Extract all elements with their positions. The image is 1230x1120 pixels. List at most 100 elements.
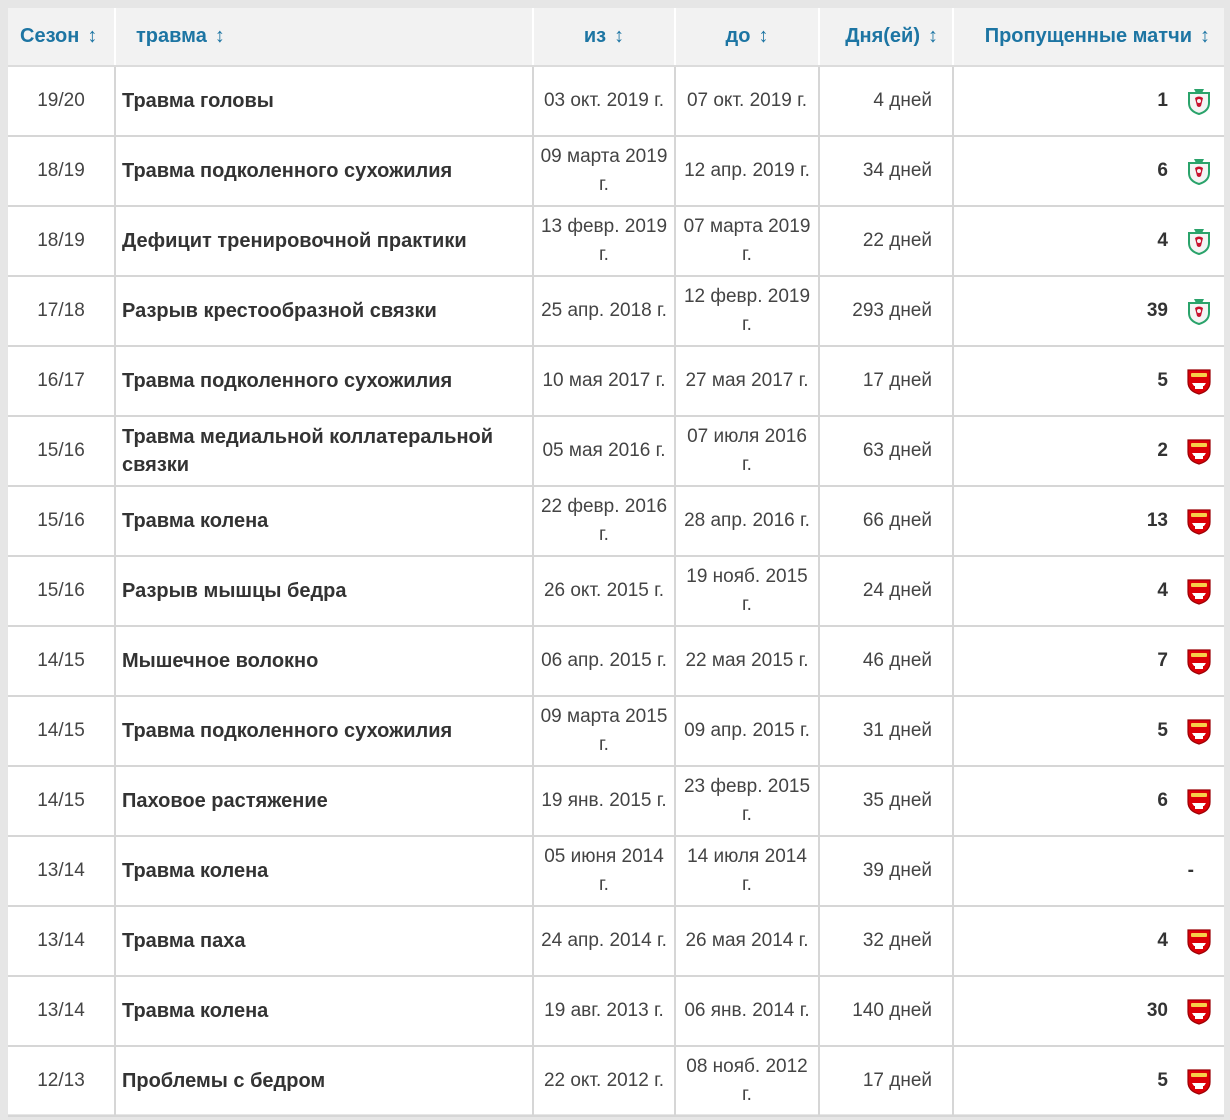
games-missed-group: 6 — [1157, 157, 1212, 185]
column-header-days[interactable]: Дня(ей) ↕ — [819, 8, 954, 67]
from-date-cell: 06 апр. 2015 г. — [533, 626, 676, 697]
sort-icon: ↕ — [1200, 25, 1210, 47]
column-header-season[interactable]: Сезон ↕ — [8, 8, 116, 67]
games-missed-group: 4 — [1157, 927, 1212, 955]
games-missed-cell: 6 — [953, 766, 1224, 837]
days-cell: 32 дней — [819, 906, 954, 977]
liverpool-icon[interactable] — [1186, 227, 1212, 255]
arsenal-icon[interactable] — [1186, 577, 1212, 605]
games-missed-count: 30 — [1146, 1000, 1168, 1021]
column-header-to[interactable]: до ↕ — [675, 8, 820, 67]
liverpool-icon[interactable] — [1186, 297, 1212, 325]
from-date-cell: 05 июня 2014 г. — [533, 836, 676, 907]
arsenal-icon[interactable] — [1186, 507, 1212, 535]
column-header-to-label: до — [725, 25, 751, 47]
season-cell: 14/15 — [8, 696, 116, 767]
column-header-from-label: из — [583, 25, 607, 47]
from-date-cell: 26 окт. 2015 г. — [533, 556, 676, 627]
to-date-cell: 08 нояб. 2012 г. — [675, 1046, 820, 1117]
injury-cell: Мышечное волокно — [115, 626, 534, 697]
days-cell: 34 дней — [819, 136, 954, 207]
games-missed-cell: 4 — [953, 206, 1224, 277]
table-row: 16/17 Травма подколенного сухожилия 10 м… — [8, 346, 1224, 417]
season-cell: 16/17 — [8, 346, 116, 417]
table-row: 19/20 Травма головы 03 окт. 2019 г. 07 о… — [8, 66, 1224, 137]
days-cell: 17 дней — [819, 346, 954, 417]
days-cell: 293 дней — [819, 276, 954, 347]
days-cell: 39 дней — [819, 836, 954, 907]
injury-rows: 19/20 Травма головы 03 окт. 2019 г. 07 о… — [8, 66, 1224, 1117]
from-date-cell: 22 окт. 2012 г. — [533, 1046, 676, 1117]
games-missed-count: 4 — [1157, 580, 1168, 601]
games-missed-cell: 13 — [953, 486, 1224, 557]
days-cell: 46 дней — [819, 626, 954, 697]
games-missed-group: 39 — [1147, 297, 1212, 325]
season-cell: 17/18 — [8, 276, 116, 347]
arsenal-icon[interactable] — [1186, 997, 1212, 1025]
sort-icon: ↕ — [614, 25, 625, 47]
table-row: 18/19 Дефицит тренировочной практики 13 … — [8, 206, 1224, 277]
table-row: 18/19 Травма подколенного сухожилия 09 м… — [8, 136, 1224, 207]
arsenal-icon[interactable] — [1186, 787, 1212, 815]
games-missed-count: 1 — [1157, 90, 1168, 111]
arsenal-icon[interactable] — [1186, 927, 1212, 955]
arsenal-icon[interactable] — [1186, 1067, 1212, 1095]
arsenal-icon[interactable] — [1186, 367, 1212, 395]
column-header-injury-label: травма — [136, 25, 207, 47]
games-missed-count: 4 — [1157, 930, 1168, 951]
days-cell: 4 дней — [819, 66, 954, 137]
header-row: Сезон ↕ травма ↕ из ↕ до ↕ Дня(ей) ↕ Пропущен… — [8, 8, 1224, 67]
table-row: 15/16 Разрыв мышцы бедра 26 окт. 2015 г.… — [8, 556, 1224, 627]
from-date-cell: 09 марта 2019 г. — [533, 136, 676, 207]
games-missed-count: 6 — [1157, 790, 1168, 811]
days-cell: 17 дней — [819, 1046, 954, 1117]
games-missed-cell: 5 — [953, 1046, 1224, 1117]
games-missed-cell: - — [953, 836, 1224, 907]
games-missed-cell: 30 — [953, 976, 1224, 1047]
games-missed-group: 4 — [1157, 577, 1212, 605]
games-missed-count: 6 — [1157, 160, 1168, 181]
games-missed-cell: 2 — [953, 416, 1224, 487]
from-date-cell: 24 апр. 2014 г. — [533, 906, 676, 977]
from-date-cell: 22 февр. 2016 г. — [533, 486, 676, 557]
games-missed-cell: 5 — [953, 696, 1224, 767]
games-missed-group: 7 — [1157, 647, 1212, 675]
to-date-cell: 19 нояб. 2015 г. — [675, 556, 820, 627]
table-row: 17/18 Разрыв крестообразной связки 25 ап… — [8, 276, 1224, 347]
games-missed-count: 5 — [1157, 370, 1168, 391]
season-cell: 15/16 — [8, 486, 116, 557]
to-date-cell: 28 апр. 2016 г. — [675, 486, 820, 557]
games-missed-group: 13 — [1147, 507, 1212, 535]
arsenal-icon[interactable] — [1186, 437, 1212, 465]
season-cell: 14/15 — [8, 626, 116, 697]
to-date-cell: 07 марта 2019 г. — [675, 206, 820, 277]
injury-cell: Травма колена — [115, 836, 534, 907]
arsenal-icon[interactable] — [1186, 647, 1212, 675]
column-header-from[interactable]: из ↕ — [533, 8, 676, 67]
injury-cell: Дефицит тренировочной практики — [115, 206, 534, 277]
games-missed-count: 4 — [1157, 230, 1168, 251]
table-row: 15/16 Травма медиальной коллатеральной с… — [8, 416, 1224, 487]
season-cell: 13/14 — [8, 906, 116, 977]
games-missed-cell: 5 — [953, 346, 1224, 417]
arsenal-icon[interactable] — [1186, 717, 1212, 745]
from-date-cell: 13 февр. 2019 г. — [533, 206, 676, 277]
liverpool-icon[interactable] — [1186, 157, 1212, 185]
season-cell: 12/13 — [8, 1046, 116, 1117]
to-date-cell: 06 янв. 2014 г. — [675, 976, 820, 1047]
table-row: 12/13 Проблемы с бедром 22 окт. 2012 г. … — [8, 1046, 1224, 1117]
sort-icon: ↕ — [87, 25, 98, 47]
to-date-cell: 12 апр. 2019 г. — [675, 136, 820, 207]
days-cell: 35 дней — [819, 766, 954, 837]
to-date-cell: 07 июля 2016 г. — [675, 416, 820, 487]
sort-icon: ↕ — [214, 25, 225, 47]
games-missed-group: 5 — [1157, 1067, 1212, 1095]
games-missed-cell: 39 — [953, 276, 1224, 347]
column-header-injury[interactable]: травма ↕ — [115, 8, 534, 67]
games-missed-group: 2 — [1157, 437, 1212, 465]
column-header-games-missed[interactable]: Пропущенные матчи ↕ — [953, 8, 1224, 67]
season-cell: 15/16 — [8, 556, 116, 627]
days-cell: 22 дней — [819, 206, 954, 277]
liverpool-icon[interactable] — [1186, 87, 1212, 115]
to-date-cell: 09 апр. 2015 г. — [675, 696, 820, 767]
